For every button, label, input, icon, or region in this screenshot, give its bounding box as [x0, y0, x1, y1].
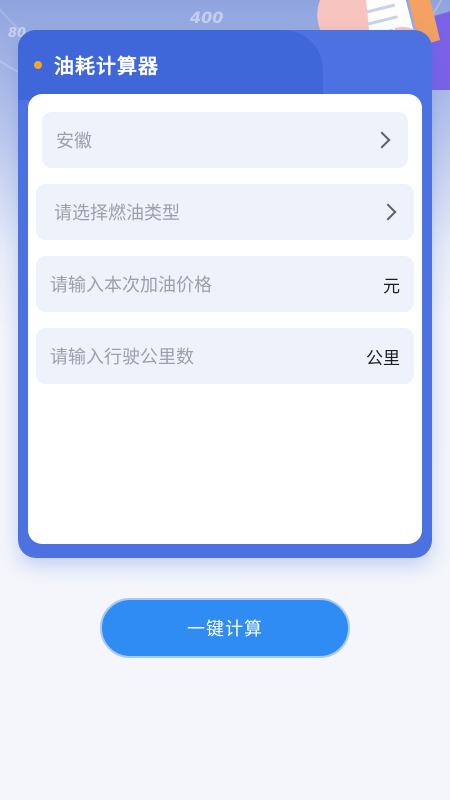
province-value: 安徽	[56, 131, 92, 152]
chevron-right-icon	[373, 131, 391, 149]
price-placeholder: 请输入本次加油价格	[50, 275, 212, 296]
price-unit: 元	[383, 276, 400, 297]
form-panel: 安徽 请选择燃油类型 请输入本次加油价格 元 请输入行驶公里数 公里	[28, 94, 422, 544]
fuel-type-select[interactable]: 请选择燃油类型	[36, 184, 414, 240]
card-title-text: 油耗计算器	[54, 54, 159, 78]
price-input[interactable]: 请输入本次加油价格 元	[36, 256, 414, 312]
card-title: 油耗计算器	[34, 50, 159, 79]
distance-unit: 公里	[366, 348, 400, 369]
distance-placeholder: 请输入行驶公里数	[50, 347, 194, 368]
province-select[interactable]: 安徽	[42, 112, 408, 168]
chevron-right-icon	[379, 203, 397, 221]
calculate-button[interactable]: 一键计算	[100, 598, 350, 658]
fuel-type-placeholder: 请选择燃油类型	[54, 203, 180, 224]
gauge-label: 400	[190, 8, 224, 27]
distance-input[interactable]: 请输入行驶公里数 公里	[36, 328, 414, 384]
title-dot-icon	[34, 60, 42, 69]
